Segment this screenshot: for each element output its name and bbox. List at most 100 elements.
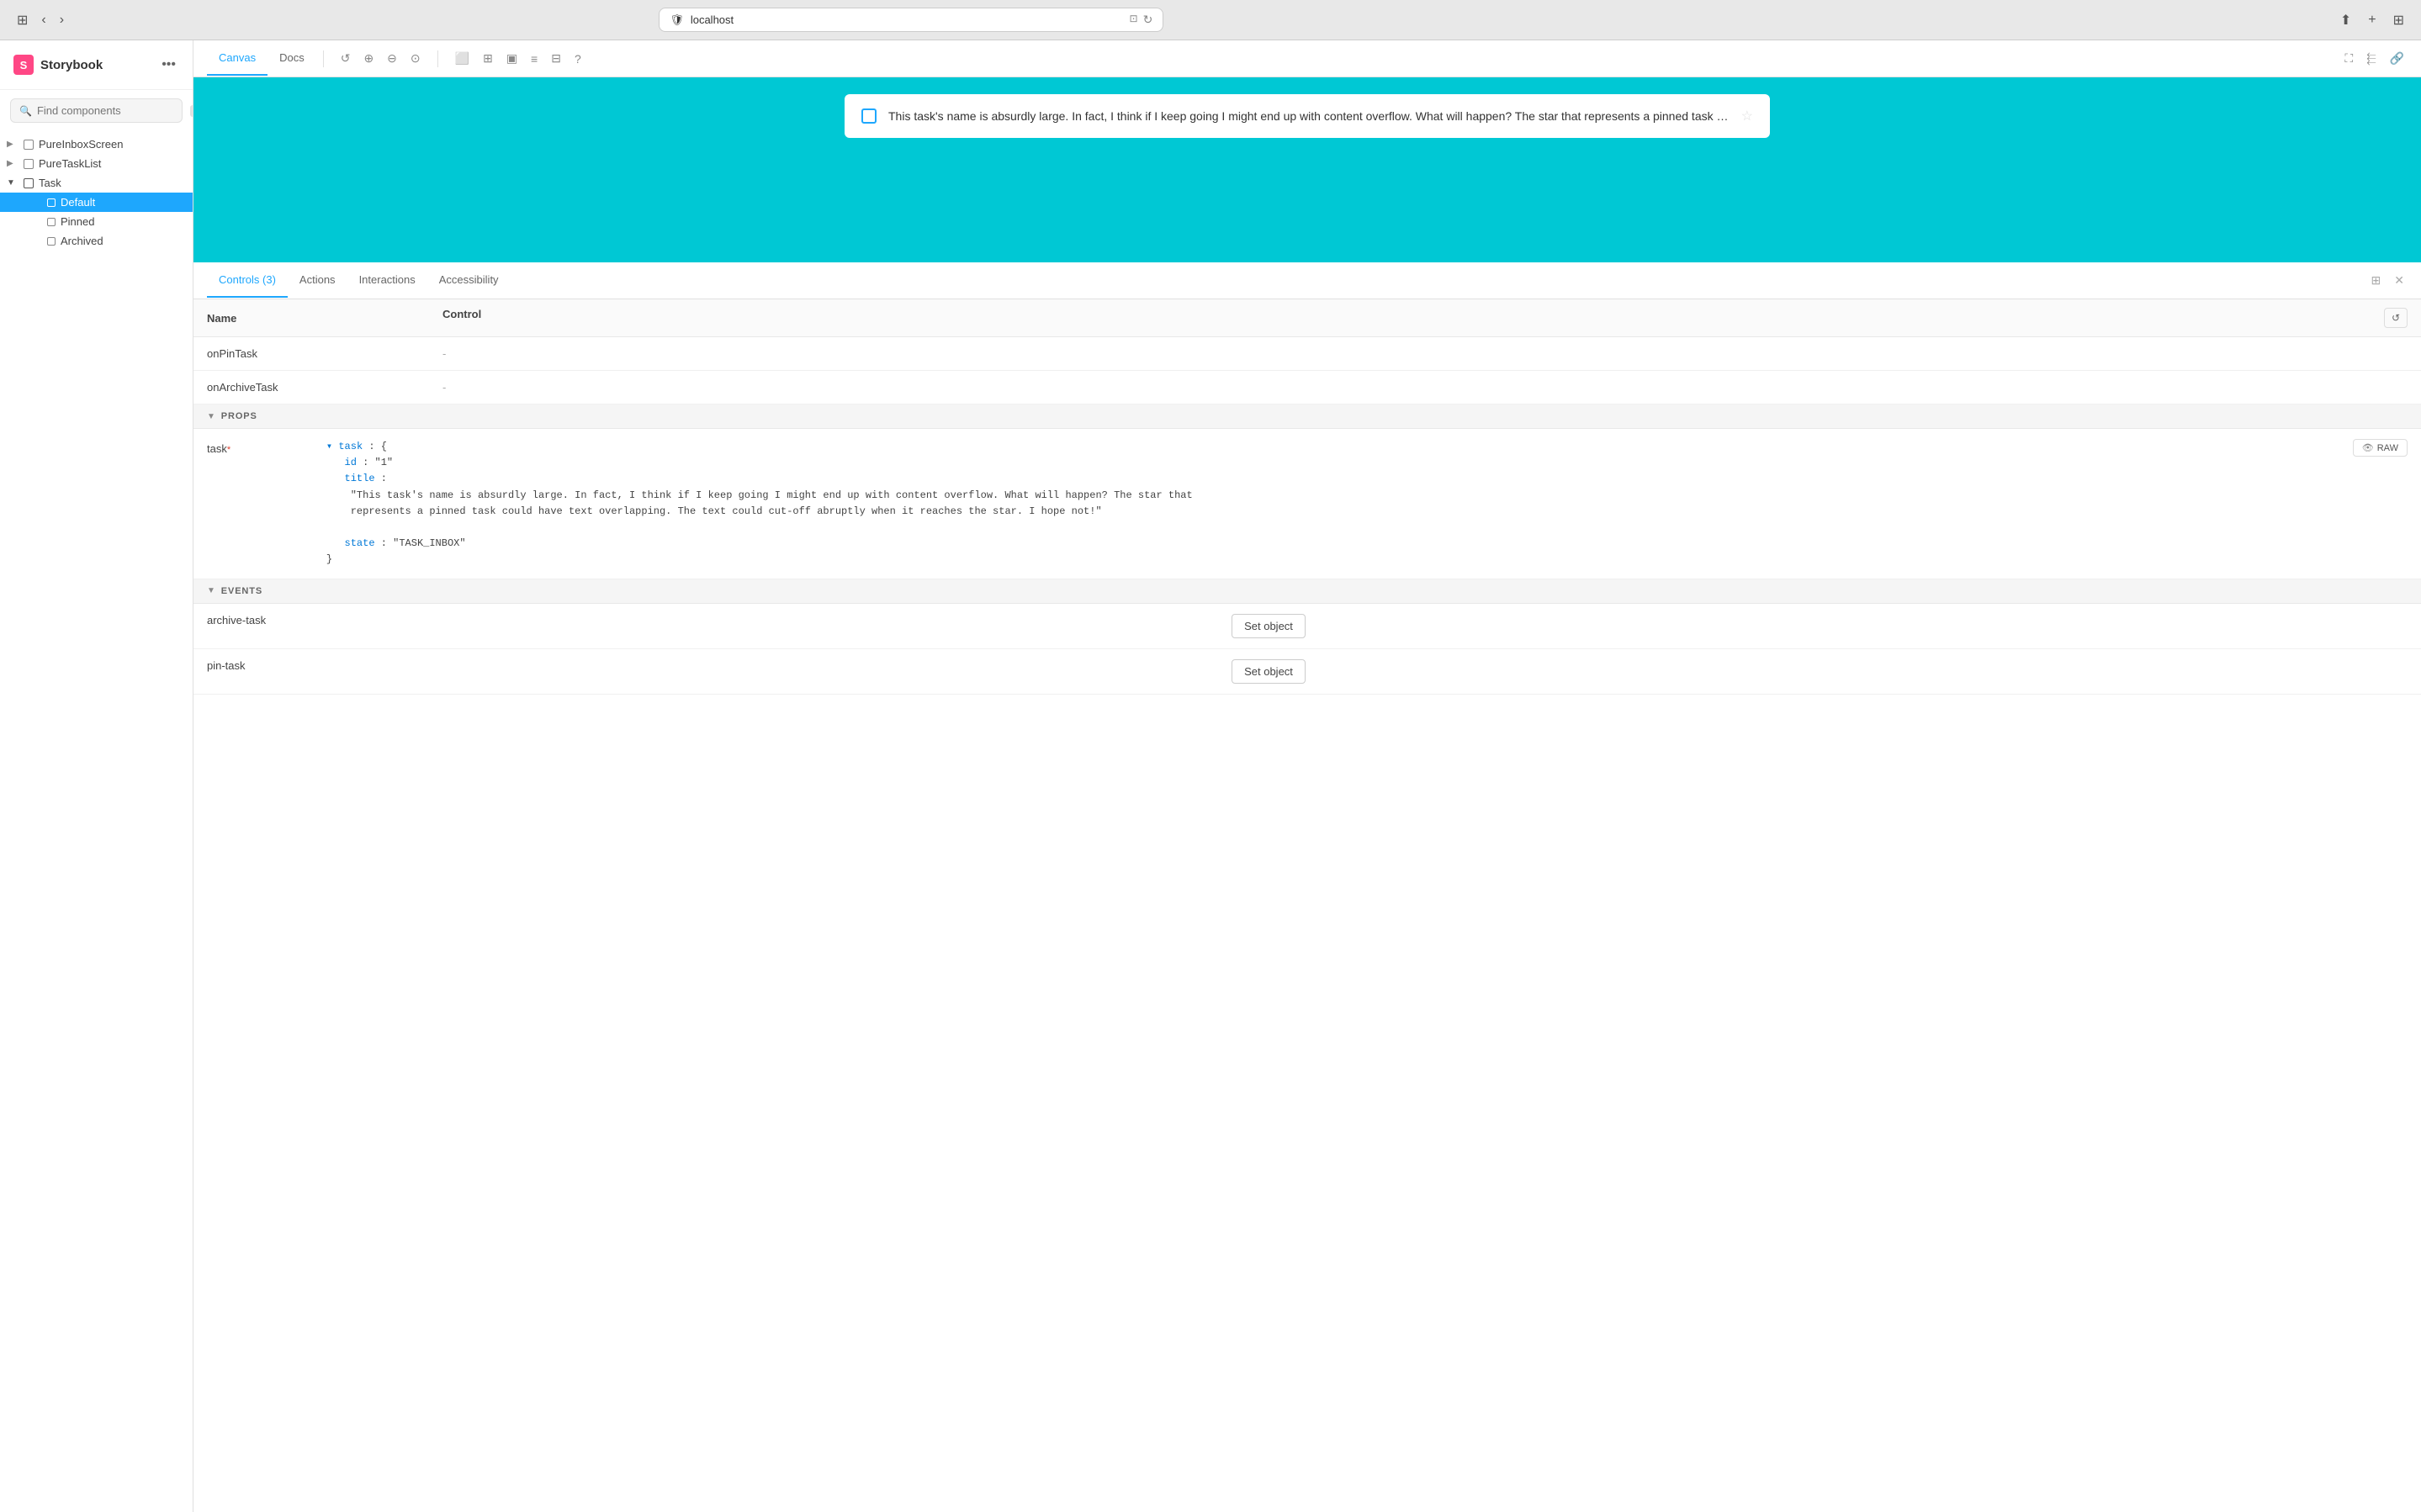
link-btn[interactable]: 🔗: [2387, 48, 2408, 69]
sidebar-item-default[interactable]: Default: [0, 193, 193, 212]
sidebar-item-archived[interactable]: Archived: [0, 231, 193, 251]
close-panel-btn[interactable]: ✕: [2391, 270, 2408, 291]
controls-panel: Controls (3) Actions Interactions Access…: [193, 262, 2421, 1512]
external-btn[interactable]: ⬱: [2363, 48, 2379, 69]
main-content: Canvas Docs ↺ ⊕ ⊖ ⊙ ⬜ ⊞ ▣ ≡ ⊟ ? ⛶ ⬱ 🔗: [193, 40, 2421, 1512]
task-code-block: ▾ task : { id : "1" title : "This task's…: [326, 439, 2408, 568]
ctrl-tab-accessibility[interactable]: Accessibility: [427, 263, 511, 298]
event-control-archive: Set object: [1218, 604, 2421, 649]
tab-canvas[interactable]: Canvas: [207, 41, 268, 76]
task-star-icon[interactable]: ☆: [1741, 108, 1753, 124]
component-icon: [24, 159, 34, 169]
browser-nav-controls: ⊞ ‹ ›: [13, 8, 67, 32]
props-table: task* 👁 RAW ▾ task : {: [193, 429, 2421, 579]
row-name-onarchivetask: onArchiveTask: [193, 371, 429, 404]
raw-btn[interactable]: 👁 RAW: [2353, 439, 2408, 457]
table-row-pin-task: pin-task Set object: [193, 648, 2421, 694]
help-btn[interactable]: ?: [571, 49, 585, 69]
story-icon: [47, 198, 56, 207]
sidebar-label-pinned: Pinned: [61, 215, 94, 228]
sidebar-item-task[interactable]: ▼ Task: [0, 173, 193, 193]
sidebar-label-default: Default: [61, 196, 95, 209]
ctrl-tab-actions[interactable]: Actions: [288, 263, 347, 298]
chevron-down-icon-events: ▼: [207, 586, 216, 595]
event-name-archive: archive-task: [193, 604, 1218, 649]
sidebar-toggle-btn[interactable]: ⊞: [13, 8, 31, 32]
table-row-archive-task: archive-task Set object: [193, 604, 2421, 649]
set-object-pin-btn[interactable]: Set object: [1232, 659, 1306, 684]
zoom-reset-btn[interactable]: ⊙: [407, 48, 424, 69]
expand-icon: ▶: [7, 140, 19, 149]
task-title: This task's name is absurdly large. In f…: [888, 109, 1730, 123]
expand-icon: ▼: [7, 178, 19, 188]
reload-icon[interactable]: ↻: [1143, 13, 1153, 27]
ruler-btn[interactable]: ≡: [527, 49, 541, 69]
search-input[interactable]: [37, 104, 185, 117]
logo-icon: S: [13, 55, 34, 75]
col-name-header: Name: [193, 299, 429, 337]
chevron-down-icon: ▼: [207, 412, 216, 421]
ctrl-tab-controls[interactable]: Controls (3): [207, 263, 288, 298]
fullscreen-btn[interactable]: ⛶: [2341, 48, 2356, 69]
events-table: archive-task Set object pin-task Set obj…: [193, 604, 2421, 695]
row-control-task: 👁 RAW ▾ task : { id : "1" title : "This …: [313, 429, 2421, 579]
eye-icon: 👁: [2362, 442, 2374, 453]
outline-btn[interactable]: ▣: [503, 48, 521, 69]
sidebar-menu-btn[interactable]: •••: [158, 54, 179, 76]
component-icon: [24, 140, 34, 150]
sidebar-label-archived: Archived: [61, 235, 103, 247]
app-name: Storybook: [40, 58, 103, 72]
row-control-onpintask: -: [429, 337, 2421, 371]
toolbar-divider: [323, 50, 324, 67]
measure-btn[interactable]: ⊟: [548, 48, 564, 69]
search-box[interactable]: 🔍 /: [10, 98, 183, 123]
reset-controls-btn[interactable]: ↺: [2384, 308, 2408, 328]
ctrl-tab-interactions[interactable]: Interactions: [347, 263, 427, 298]
back-btn[interactable]: ‹: [38, 9, 49, 31]
task-card: This task's name is absurdly large. In f…: [845, 94, 1770, 138]
toolbar-divider2: [437, 50, 438, 67]
props-section-header: ▼ PROPS: [193, 404, 2421, 429]
sidebar-header: S Storybook •••: [0, 40, 193, 90]
share-btn[interactable]: ⬆: [2337, 8, 2355, 32]
story-icon: [47, 218, 56, 226]
set-object-archive-btn[interactable]: Set object: [1232, 614, 1306, 638]
required-star: *: [227, 445, 230, 455]
row-control-onarchivetask: -: [429, 371, 2421, 404]
reset-icon-btn[interactable]: ↺: [337, 48, 354, 69]
table-header-row: Name Control ↺: [193, 299, 2421, 337]
ctrl-tab-right: ⊞ ✕: [2368, 270, 2408, 291]
sidebar-label-puretasklist: PureTaskList: [39, 157, 101, 170]
toolbar: Canvas Docs ↺ ⊕ ⊖ ⊙ ⬜ ⊞ ▣ ≡ ⊟ ? ⛶ ⬱ 🔗: [193, 40, 2421, 77]
events-label: EVENTS: [221, 586, 262, 596]
toolbar-right: ⛶ ⬱ 🔗: [2341, 48, 2408, 69]
zoom-in-btn[interactable]: ⊕: [360, 48, 377, 69]
app-logo: S Storybook: [13, 55, 103, 75]
forward-btn[interactable]: ›: [56, 9, 67, 31]
story-icon: [47, 237, 56, 246]
toolbar-icons: ↺ ⊕ ⊖ ⊙ ⬜ ⊞ ▣ ≡ ⊟ ?: [337, 48, 585, 69]
table-row-onarchivetask: onArchiveTask -: [193, 371, 2421, 404]
shield-icon: 🛡: [670, 13, 684, 27]
event-control-pin: Set object: [1218, 648, 2421, 694]
new-tab-btn[interactable]: +: [2365, 9, 2379, 31]
address-bar[interactable]: 🛡 localhost ⊡ ↻: [659, 8, 1163, 32]
grid-view-btn[interactable]: ⊞: [479, 48, 496, 69]
single-view-btn[interactable]: ⬜: [452, 48, 473, 69]
sidebar-item-puretasklist[interactable]: ▶ PureTaskList: [0, 154, 193, 173]
sidebar-item-pinned[interactable]: Pinned: [0, 212, 193, 231]
sidebar-item-pureinboxscreen[interactable]: ▶ PureInboxScreen: [0, 135, 193, 154]
canvas-area: This task's name is absurdly large. In f…: [193, 77, 2421, 262]
sidebar: S Storybook ••• 🔍 / ▶ PureInboxScreen ▶ …: [0, 40, 193, 1512]
reader-icon: ⊡: [1130, 13, 1138, 27]
nav-tree: ▶ PureInboxScreen ▶ PureTaskList ▼ Task …: [0, 131, 193, 1512]
tabs-btn[interactable]: ⊞: [2390, 8, 2408, 32]
task-checkbox[interactable]: [861, 108, 877, 124]
zoom-out-btn[interactable]: ⊖: [384, 48, 400, 69]
expand-panel-btn[interactable]: ⊞: [2368, 270, 2385, 291]
row-name-task: task*: [193, 429, 313, 579]
sidebar-label-pureinboxscreen: PureInboxScreen: [39, 138, 123, 151]
tab-docs[interactable]: Docs: [268, 41, 316, 76]
component-icon: [24, 178, 34, 188]
browser-chrome: ⊞ ‹ › 🛡 localhost ⊡ ↻ ⬆ + ⊞: [0, 0, 2421, 40]
